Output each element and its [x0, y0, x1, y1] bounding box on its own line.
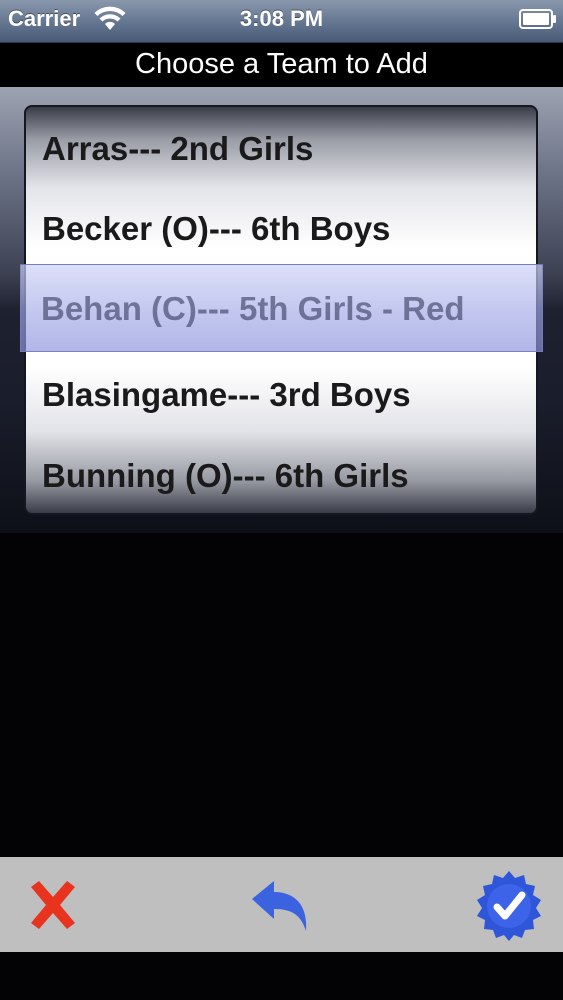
undo-button[interactable]	[246, 869, 318, 941]
bottom-toolbar	[0, 857, 563, 952]
status-time: 3:08 PM	[239, 6, 324, 31]
picker-selected-option[interactable]: Behan (C)--- 5th Girls - Red	[41, 265, 465, 353]
picker-option[interactable]: Becker (O)--- 6th Boys	[42, 187, 390, 270]
confirm-button[interactable]	[473, 869, 545, 941]
picker-option[interactable]: Arras--- 2nd Girls	[42, 107, 313, 190]
team-picker[interactable]: Arras--- 2nd Girls Becker (O)--- 6th Boy…	[0, 87, 563, 533]
undo-arrow-icon	[252, 881, 307, 931]
picker-option[interactable]: Bunning (O)--- 6th Girls	[42, 434, 409, 513]
bottom-spacer	[0, 952, 563, 1000]
screen: Carrier 3:08 PM Choose a Team to Add Arr…	[0, 0, 563, 1000]
checkmark-badge-icon	[477, 871, 541, 941]
status-bar: Carrier 3:08 PM	[0, 0, 563, 43]
title-bar: Choose a Team to Add	[0, 43, 563, 87]
close-x-icon	[31, 881, 75, 929]
battery-icon	[519, 9, 556, 29]
picker-option[interactable]: Blasingame--- 3rd Boys	[42, 353, 411, 436]
page-title: Choose a Team to Add	[135, 48, 428, 80]
picker-selection-indicator[interactable]: Behan (C)--- 5th Girls - Red	[20, 264, 543, 352]
cancel-button[interactable]	[17, 869, 89, 941]
